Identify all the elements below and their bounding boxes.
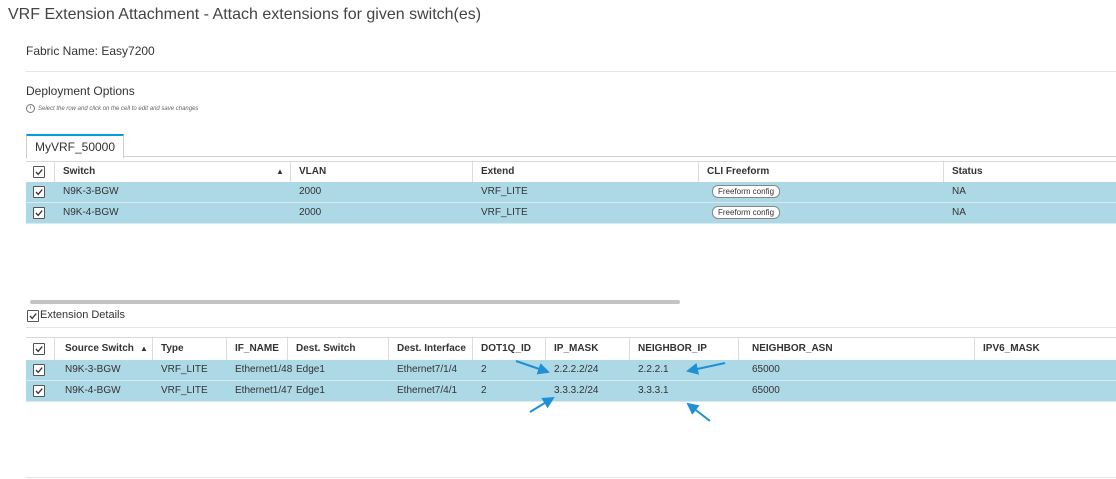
cell-dest-interface[interactable]: Ethernet7/1/4 [397, 360, 457, 380]
horizontal-scrollbar[interactable] [30, 300, 680, 304]
cell-dest-interface[interactable]: Ethernet7/4/1 [397, 381, 457, 401]
cell-switch: N9K-3-BGW [63, 186, 119, 197]
row-checkbox[interactable] [33, 207, 45, 219]
arrow-icon [686, 402, 711, 422]
sort-asc-icon[interactable]: ▲ [140, 338, 148, 358]
cell-source-switch: N9K-3-BGW [65, 364, 121, 375]
col-ipv6-mask[interactable]: IPV6_MASK [983, 338, 1040, 358]
cell-switch: N9K-4-BGW [63, 207, 119, 218]
cell-neighbor-asn[interactable]: 65000 [752, 381, 780, 401]
table-row[interactable]: N9K-3-BGW 2000 VRF_LITE Freeform config … [26, 182, 1116, 203]
cell-vlan[interactable]: 2000 [299, 182, 321, 202]
col-extend[interactable]: Extend [481, 162, 514, 182]
col-status[interactable]: Status [952, 162, 983, 182]
select-all-checkbox[interactable] [33, 166, 45, 178]
tab-myvrf[interactable]: MyVRF_50000 [26, 134, 124, 158]
col-dest-interface[interactable]: Dest. Interface [397, 338, 466, 358]
cell-extend[interactable]: VRF_LITE [481, 203, 528, 223]
cell-dot1q-id[interactable]: 2 [481, 360, 487, 380]
hint-label: Select the row and click on the cell to … [38, 106, 199, 113]
row-checkbox[interactable] [33, 186, 45, 198]
cell-neighbor-ip[interactable]: 3.3.3.1 [638, 381, 669, 401]
col-neighbor-ip[interactable]: NEIGHBOR_IP [638, 338, 707, 358]
fabric-name: Fabric Name: Easy7200 [26, 44, 155, 58]
cell-if-name: Ethernet1/47 [235, 385, 293, 396]
hint-text: i Select the row and click on the cell to… [26, 104, 198, 113]
col-if-name[interactable]: IF_NAME [235, 338, 279, 358]
info-icon: i [26, 104, 35, 113]
freeform-config-button[interactable]: Freeform config [712, 205, 781, 219]
page-title: VRF Extension Attachment - Attach extens… [8, 6, 482, 23]
sort-asc-icon[interactable]: ▲ [276, 162, 284, 182]
cell-type: VRF_LITE [161, 385, 208, 396]
cell-dest-switch[interactable]: Edge1 [296, 360, 325, 380]
cell-neighbor-ip[interactable]: 2.2.2.1 [638, 360, 669, 380]
col-switch[interactable]: Switch [63, 162, 95, 182]
table-header: Source Switch ▲ Type IF_NAME Dest. Switc… [26, 337, 1116, 361]
table-row[interactable]: N9K-3-BGW VRF_LITE Ethernet1/48 Edge1 Et… [26, 360, 1116, 381]
divider [26, 477, 1116, 478]
col-type[interactable]: Type [161, 338, 184, 358]
cell-ip-mask[interactable]: 3.3.3.2/24 [554, 381, 598, 401]
col-neighbor-asn[interactable]: NEIGHBOR_ASN [752, 338, 833, 358]
col-dest-switch[interactable]: Dest. Switch [296, 338, 355, 358]
row-checkbox[interactable] [33, 364, 45, 376]
cell-source-switch: N9K-4-BGW [65, 385, 121, 396]
deployment-options-title: Deployment Options [26, 84, 135, 98]
table-row[interactable]: N9K-4-BGW VRF_LITE Ethernet1/47 Edge1 Et… [26, 381, 1116, 402]
row-checkbox[interactable] [33, 385, 45, 397]
divider [26, 71, 1116, 72]
cell-status: NA [952, 207, 966, 218]
table-row[interactable]: N9K-4-BGW 2000 VRF_LITE Freeform config … [26, 203, 1116, 224]
extension-details-checkbox[interactable] [27, 310, 39, 322]
col-cli-freeform[interactable]: CLI Freeform [707, 162, 769, 182]
cell-type: VRF_LITE [161, 364, 208, 375]
divider [26, 327, 1116, 328]
cell-neighbor-asn[interactable]: 65000 [752, 360, 780, 380]
table-header: Switch ▲ VLAN Extend CLI Freeform Status [26, 161, 1116, 183]
freeform-config-button[interactable]: Freeform config [712, 184, 781, 198]
select-all-checkbox[interactable] [33, 343, 45, 355]
col-dot1q-id[interactable]: DOT1Q_ID [481, 338, 531, 358]
col-ip-mask[interactable]: IP_MASK [554, 338, 598, 358]
extension-details-label: Extension Details [40, 309, 125, 321]
tab-underline [26, 156, 1116, 157]
cell-extend[interactable]: VRF_LITE [481, 182, 528, 202]
tab-label: MyVRF_50000 [34, 140, 116, 154]
cell-dot1q-id[interactable]: 2 [481, 381, 487, 401]
col-source-switch[interactable]: Source Switch [65, 338, 134, 358]
col-vlan[interactable]: VLAN [299, 162, 326, 182]
cell-ip-mask[interactable]: 2.2.2.2/24 [554, 360, 598, 380]
cell-status: NA [952, 186, 966, 197]
cell-vlan[interactable]: 2000 [299, 203, 321, 223]
cell-if-name: Ethernet1/48 [235, 364, 293, 375]
cell-dest-switch[interactable]: Edge1 [296, 381, 325, 401]
